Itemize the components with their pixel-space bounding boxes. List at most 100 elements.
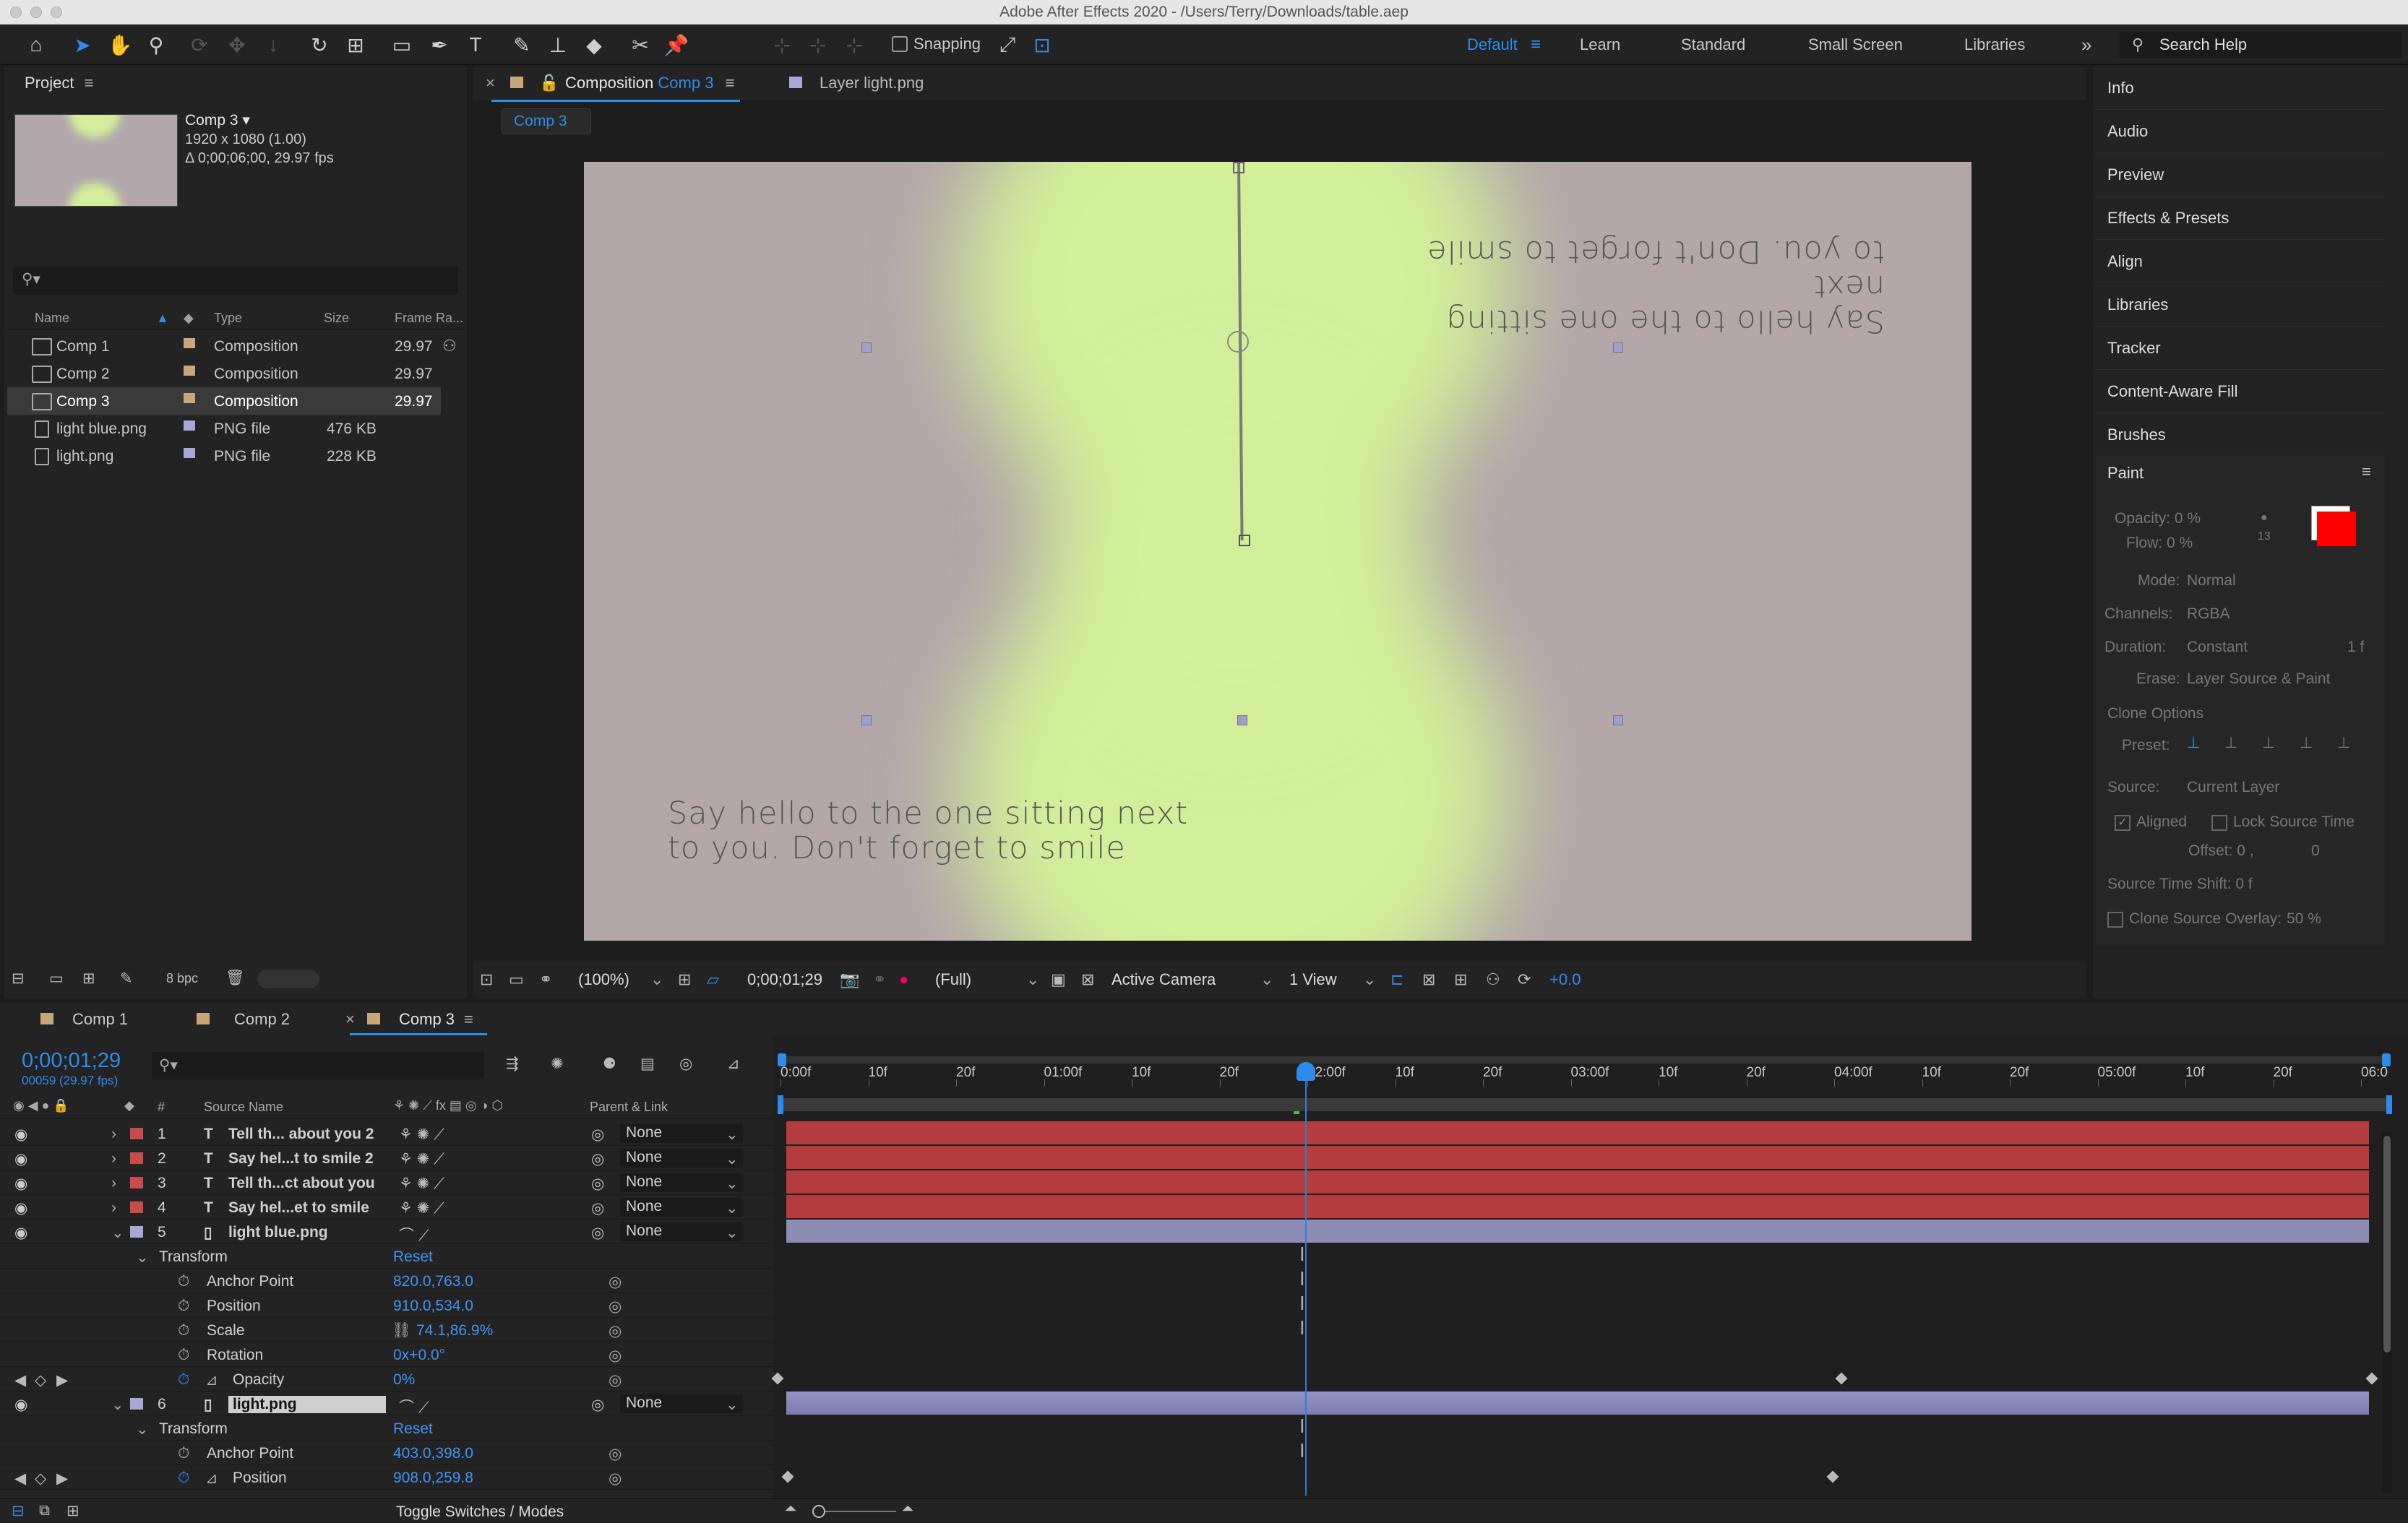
property-row[interactable]: ⏱ Anchor Point 820.0,763.0 ◎: [0, 1269, 773, 1293]
draft-3d-icon[interactable]: ⊠: [1422, 970, 1435, 989]
toggle-switches-modes-button[interactable]: Toggle Switches / Modes: [396, 1503, 564, 1521]
clip-bar-layer-3[interactable]: [786, 1170, 2369, 1194]
composition-canvas[interactable]: Say hello to the one sitting next to you…: [584, 162, 1971, 941]
zoom-out-icon[interactable]: ⏶: [785, 1501, 797, 1518]
expression-pickwhip-icon[interactable]: ◎: [609, 1322, 622, 1340]
pickwhip-icon[interactable]: ◎: [591, 1224, 604, 1242]
layer-bound-handle-br[interactable]: [1613, 715, 1623, 725]
axis-view-icon[interactable]: ⊹: [838, 30, 870, 59]
stopwatch-icon[interactable]: ⏱: [178, 1322, 189, 1339]
new-folder-icon[interactable]: ▭: [49, 970, 64, 988]
property-row[interactable]: ⏱ Position 910.0,534.0 ◎: [0, 1293, 773, 1318]
close-window-button[interactable]: [10, 7, 22, 18]
parent-dropdown[interactable]: None: [620, 1222, 743, 1241]
layer-switches-icons[interactable]: ⚘ ✺ ⟋: [399, 1150, 444, 1168]
layer-row[interactable]: ◉ › 1 T Tell th... about you 2 ⚘ ✺ ⟋ ◎ None ⌄: [0, 1121, 773, 1146]
layer-name[interactable]: Say hel...t to smile 2: [228, 1150, 374, 1168]
clone-preset-1-icon[interactable]: ⊥: [2187, 734, 2200, 752]
label-color-swatch[interactable]: [184, 366, 195, 376]
eye-visibility-icon[interactable]: ◉: [14, 1224, 27, 1242]
dropdown-arrow-icon[interactable]: ▾: [242, 112, 250, 129]
mask-visibility-icon[interactable]: ⚭: [539, 970, 552, 989]
property-row[interactable]: ⏱ Anchor Point 403.0,398.0 ◎: [0, 1441, 773, 1465]
rectangle-tool-icon[interactable]: ▭: [386, 30, 418, 59]
text-layer[interactable]: Say hello to the one sitting next to you…: [668, 796, 1188, 866]
pickwhip-icon[interactable]: ◎: [591, 1199, 604, 1217]
snapping-checkbox[interactable]: [892, 36, 908, 52]
pickwhip-icon[interactable]: ◎: [591, 1126, 604, 1144]
clone-stamp-tool-icon[interactable]: ⊥: [542, 30, 574, 59]
layer-switches-icon[interactable]: ⊟: [12, 1502, 25, 1520]
current-time-indicator-line[interactable]: [1305, 1062, 1307, 1496]
motion-path-start-handle[interactable]: [1233, 162, 1244, 173]
graph-editor-icon[interactable]: ⊿: [727, 1055, 740, 1073]
reset-exposure-icon[interactable]: ⟳: [1518, 970, 1531, 989]
anchor-point-icon[interactable]: [1227, 331, 1249, 353]
column-type[interactable]: Type: [214, 311, 242, 326]
toggle-pixel-aspect-icon[interactable]: ⊏: [1390, 970, 1403, 989]
layer-row[interactable]: ◉ › 3 T Tell th...ct about you ⚘ ✺ ⟋ ◎ None ⌄: [0, 1170, 773, 1195]
expression-pickwhip-icon[interactable]: ◎: [609, 1470, 622, 1488]
parent-dropdown[interactable]: None: [620, 1124, 743, 1143]
timeline-tab-comp-2[interactable]: Comp 2: [234, 1003, 290, 1036]
fast-previews-icon[interactable]: ▣: [1051, 970, 1066, 989]
zoom-dropdown[interactable]: (100%): [578, 970, 629, 989]
transform-group-row[interactable]: ⌄ Transform Reset: [0, 1244, 773, 1269]
layer-bound-handle-tr[interactable]: [1613, 342, 1623, 353]
twirl-open-icon[interactable]: ⌄: [111, 1396, 124, 1414]
layer-row[interactable]: ◉ › 2 T Say hel...t to smile 2 ⚘ ✺ ⟋ ◎ None ⌄: [0, 1146, 773, 1170]
project-item-row[interactable]: Comp 2 Composition 29.97: [7, 360, 441, 387]
source-dropdown[interactable]: Current Layer: [2187, 779, 2279, 796]
stopwatch-icon[interactable]: ⏱: [178, 1347, 189, 1364]
draft-3d-icon[interactable]: ✺: [551, 1055, 564, 1073]
pickwhip-icon[interactable]: ◎: [591, 1150, 604, 1168]
layer-name[interactable]: light.png: [228, 1396, 386, 1413]
panel-item-libraries[interactable]: Libraries: [2096, 283, 2385, 327]
label-column-icon[interactable]: ◆: [184, 311, 194, 326]
close-tab-icon[interactable]: ×: [345, 1003, 355, 1036]
property-value[interactable]: 0x+0.0°: [393, 1347, 445, 1364]
axis-local-icon[interactable]: ⊹: [766, 30, 798, 59]
project-item-row[interactable]: Comp 1 Composition 29.97: [7, 332, 441, 360]
camera-dropdown[interactable]: Active Camera: [1111, 970, 1216, 989]
project-item-row[interactable]: light.png PNG file 228 KB: [7, 442, 441, 470]
workspace-libraries[interactable]: Libraries: [1964, 25, 2025, 65]
panel-item-align[interactable]: Align: [2096, 240, 2385, 283]
current-time-display[interactable]: 0;00;01;29: [22, 1049, 121, 1073]
stopwatch-icon[interactable]: ⏱: [178, 1445, 189, 1462]
home-icon[interactable]: ⌂: [20, 30, 52, 59]
tab-layer[interactable]: Layer light.png: [820, 66, 924, 100]
tab-composition[interactable]: Composition Comp 3 ≡: [565, 66, 734, 100]
zoom-window-button[interactable]: [51, 7, 62, 18]
panel-item-tracker[interactable]: Tracker: [2096, 327, 2385, 370]
prev-keyframe-icon[interactable]: ◀: [14, 1470, 26, 1488]
project-item-row[interactable]: Comp 3 Composition 29.97: [7, 387, 441, 415]
camera-dropdown-arrow-icon[interactable]: ⌄: [1260, 970, 1273, 989]
motion-blur-icon[interactable]: ◎: [679, 1055, 692, 1073]
property-row[interactable]: ◀ ◇ ▶ ⏱ ⊿ Position 908.0,259.8 ◎: [0, 1465, 773, 1490]
roi-icon[interactable]: ▱: [707, 970, 719, 989]
zoom-slider-track[interactable]: [817, 1511, 896, 1512]
panel-menu-icon[interactable]: ≡: [2362, 462, 2371, 481]
bit-depth-button[interactable]: 8 bpc: [166, 971, 198, 986]
eye-visibility-icon[interactable]: ◉: [14, 1396, 27, 1414]
parent-dropdown[interactable]: None: [620, 1198, 743, 1217]
motion-path-end-handle[interactable]: [1239, 535, 1250, 546]
property-row[interactable]: ◀ ◇ ▶ ⏱ ⊿ Opacity 0% ◎: [0, 1367, 773, 1392]
close-tab-icon[interactable]: ×: [486, 66, 495, 100]
offset-value[interactable]: Offset: 0 ,: [2188, 842, 2254, 860]
graph-icon[interactable]: ⊿: [205, 1371, 218, 1389]
adjust-project-settings-icon[interactable]: ✎: [120, 970, 133, 988]
expression-pickwhip-icon[interactable]: ◎: [609, 1445, 622, 1463]
timeline-search-input[interactable]: ⚲▾: [152, 1052, 484, 1079]
dropdown-arrow-icon[interactable]: ⌄: [726, 1150, 739, 1168]
prev-keyframe-icon[interactable]: ◀: [14, 1371, 26, 1389]
dropdown-arrow-icon[interactable]: ⌄: [726, 1126, 739, 1144]
graph-icon[interactable]: ⊿: [205, 1470, 218, 1488]
label-column-icon[interactable]: ◆: [124, 1098, 134, 1113]
parent-dropdown[interactable]: None: [620, 1149, 743, 1168]
shy-layers-icon[interactable]: ⚈: [603, 1055, 616, 1073]
workspace-default[interactable]: Default: [1467, 25, 1518, 65]
property-value[interactable]: 820.0,763.0: [393, 1273, 473, 1290]
twirl-open-icon[interactable]: ⌄: [136, 1248, 149, 1267]
